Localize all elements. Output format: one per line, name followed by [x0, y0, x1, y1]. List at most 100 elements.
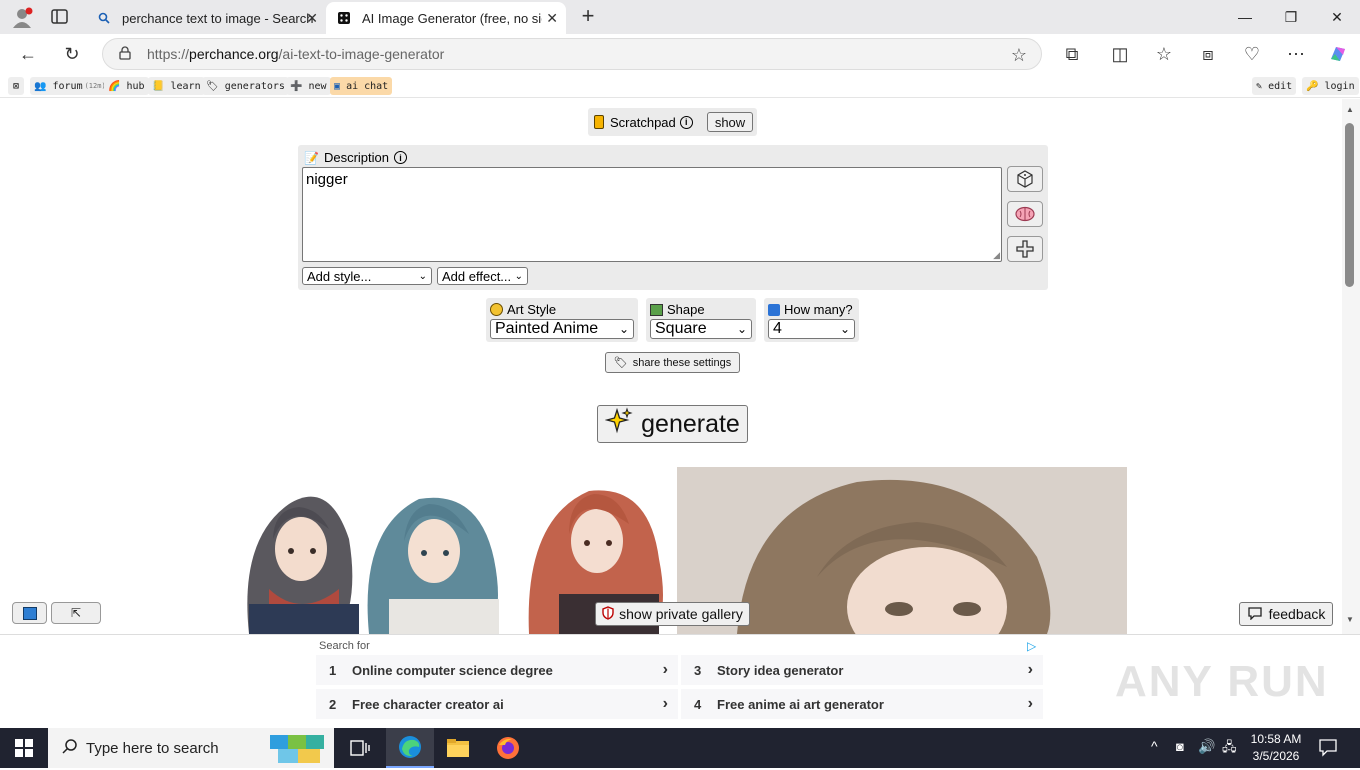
ad-choices-icon[interactable]: ▷ [1027, 639, 1036, 653]
bookmark-login[interactable]: 🔑 login [1302, 77, 1359, 95]
chat-bubble-icon [1247, 606, 1263, 623]
collections-icon[interactable]: ⧈ [1194, 40, 1222, 68]
sidebar-toggle-button[interactable] [12, 602, 47, 624]
address-bar[interactable]: https://perchance.org/ai-text-to-image-g… [102, 38, 1042, 70]
bookmark-learn[interactable]: 📒 learn [148, 77, 205, 95]
description-textarea[interactable]: nigger ◢ [302, 167, 1002, 262]
dice-icon [336, 10, 352, 26]
more-menu-icon[interactable]: ⋯ [1282, 40, 1310, 68]
tab-actions-icon[interactable] [50, 8, 70, 26]
clipboard-icon [22, 606, 37, 620]
tab-title: AI Image Generator (free, no sign [362, 10, 542, 26]
bookmark-generators[interactable]: 🏷 generators [202, 77, 289, 95]
restore-button[interactable]: ❐ [1268, 0, 1314, 34]
browser-essentials-icon[interactable]: ♡ [1238, 40, 1266, 68]
search-icon [96, 10, 112, 26]
forum-count: (12m) [84, 82, 106, 90]
ad-item[interactable]: 2 Free character creator ai › [316, 689, 678, 719]
split-screen-icon[interactable]: ◫ [1106, 40, 1134, 68]
page-content: Scratchpad i show 📝 Description i nigger… [4, 99, 1342, 634]
edge-taskbar-button[interactable] [386, 728, 434, 768]
scratchpad-show-button[interactable]: show [707, 112, 753, 132]
taskbar-search-box[interactable]: Type here to search [48, 728, 334, 768]
scroll-down-arrow[interactable]: ▼ [1346, 615, 1354, 624]
extensions-icon[interactable]: ⧉ [1058, 40, 1086, 68]
url-path: /ai-text-to-image-generator [278, 46, 445, 62]
favorites-icon[interactable]: ☆ [1150, 40, 1178, 68]
bookmark-new[interactable]: ➕ new [286, 77, 331, 95]
copilot-icon[interactable] [1324, 40, 1352, 68]
firefox-icon [497, 737, 519, 759]
how-many-select[interactable]: 4 ⌄ [768, 319, 855, 339]
feedback-button[interactable]: feedback [1239, 602, 1333, 626]
description-label: Description [323, 150, 389, 165]
network-icon[interactable]: 🖧 [1222, 738, 1237, 760]
ad-item[interactable]: 1 Online computer science degree › [316, 655, 678, 685]
add-button[interactable] [1007, 236, 1043, 262]
chat-icon: ▣ [334, 80, 341, 92]
clock-date[interactable]: 3/5/2026 [1248, 749, 1304, 763]
minimize-button[interactable]: — [1222, 0, 1268, 34]
shape-value: Square [655, 320, 707, 337]
how-many-value: 4 [773, 320, 782, 337]
generate-button[interactable]: generate [597, 405, 748, 443]
bookmark-close[interactable]: ⊠ [8, 77, 24, 95]
back-icon[interactable]: ← [14, 40, 42, 68]
private-gallery-label: show private gallery [619, 606, 743, 622]
bookmark-label: ai chat [346, 80, 389, 92]
tag-icon: 🏷 [613, 357, 628, 369]
profile-icon[interactable] [10, 6, 34, 30]
info-icon[interactable]: i [679, 115, 693, 129]
file-explorer-button[interactable] [434, 728, 482, 768]
ad-item[interactable]: 4 Free anime ai art generator › [681, 689, 1043, 719]
tab-ai-image-generator[interactable]: AI Image Generator (free, no sign ✕ [326, 2, 566, 34]
url-prefix: https:// [147, 46, 190, 62]
resize-handle-icon[interactable]: ◢ [993, 250, 1000, 261]
volume-icon[interactable]: 🔊 [1198, 738, 1215, 755]
brain-button[interactable] [1007, 201, 1043, 227]
sparkles-icon [604, 406, 633, 442]
bookmark-forum[interactable]: 👥 forum (12m) [30, 77, 110, 95]
favorite-star-icon[interactable]: ☆ [1011, 45, 1027, 66]
scroll-thumb[interactable] [1345, 123, 1354, 287]
arrow-up-left-icon: ⇱ [70, 606, 82, 620]
new-tab-button[interactable]: + [576, 4, 600, 28]
bookmark-label: new [308, 80, 327, 92]
info-icon[interactable]: i [393, 151, 407, 164]
page-scrollbar[interactable]: ▲ ▼ [1342, 99, 1360, 634]
bookmark-edit[interactable]: ✎ edit [1252, 77, 1297, 95]
art-style-select[interactable]: Painted Anime ⌄ [490, 319, 634, 339]
scroll-top-button[interactable]: ⇱ [51, 602, 101, 624]
tab-search[interactable]: perchance text to image - Search ✕ [86, 2, 326, 34]
refresh-icon[interactable]: ↻ [58, 40, 86, 68]
scroll-up-arrow[interactable]: ▲ [1346, 105, 1354, 114]
close-window-button[interactable]: ✕ [1314, 0, 1360, 34]
memo-icon: 📝 [304, 150, 319, 165]
clock-time[interactable]: 10:58 AM [1248, 732, 1304, 746]
start-button[interactable] [0, 728, 48, 768]
add-effect-select[interactable]: Add effect... ⌄ [437, 267, 528, 285]
random-dice-button[interactable] [1007, 166, 1043, 192]
add-style-select[interactable]: Add style... ⌄ [302, 267, 432, 285]
close-icon[interactable]: ✕ [546, 10, 558, 27]
art-style-panel: Art Style Painted Anime ⌄ [486, 298, 638, 342]
brain-icon [1015, 206, 1035, 222]
how-many-label: How many? [784, 302, 853, 317]
close-icon[interactable]: ✕ [306, 10, 318, 27]
task-view-button[interactable] [336, 728, 384, 768]
anyrun-watermark: ANY RUN [1115, 657, 1329, 707]
firefox-button[interactable] [484, 728, 532, 768]
shape-select[interactable]: Square ⌄ [650, 319, 752, 339]
ad-item[interactable]: 3 Story idea generator › [681, 655, 1043, 685]
bookmark-ai-chat[interactable]: ▣ ai chat [330, 77, 393, 95]
share-settings-button[interactable]: 🏷 share these settings [605, 352, 740, 373]
scratchpad-panel: Scratchpad i show [588, 108, 757, 136]
bookmark-hub[interactable]: 🌈 hub [104, 77, 149, 95]
url-domain: perchance.org [189, 46, 279, 62]
share-label: share these settings [632, 356, 732, 369]
notifications-icon[interactable] [1318, 737, 1338, 762]
palette-icon [490, 303, 503, 316]
meet-now-icon[interactable]: ◙ [1176, 739, 1184, 754]
show-private-gallery-button[interactable]: show private gallery [595, 602, 750, 626]
tray-chevron-icon[interactable]: ^ [1151, 738, 1158, 754]
